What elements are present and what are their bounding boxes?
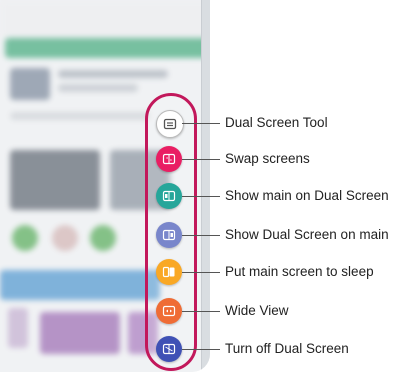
leader-line: [182, 159, 220, 160]
sleep-main-icon: [162, 266, 175, 278]
swap-screens-button[interactable]: [156, 146, 182, 172]
show-dual-on-main-button[interactable]: [156, 222, 182, 248]
callout-dual-screen-tool: Dual Screen Tool: [225, 115, 328, 130]
leader-line: [182, 235, 220, 236]
swap-screens-icon: [162, 153, 176, 165]
callout-wide-view: Wide View: [225, 303, 289, 318]
turn-off-dual-icon: [162, 343, 176, 355]
wide-view-icon: [162, 305, 176, 317]
callout-show-dual-on-main: Show Dual Screen on main: [225, 227, 389, 242]
turn-off-dual-button[interactable]: [156, 336, 182, 362]
show-dual-on-main-icon: [162, 229, 176, 241]
dual-screen-tool-icon: [163, 118, 177, 130]
leader-line: [182, 123, 220, 124]
dual-screen-tool-button[interactable]: [156, 110, 184, 138]
leader-line: [182, 349, 220, 350]
leader-line: [182, 196, 220, 197]
sleep-main-button[interactable]: [156, 259, 182, 285]
leader-line: [182, 272, 220, 273]
phone-edge: [201, 0, 210, 372]
callout-show-main-on-dual: Show main on Dual Screen: [225, 188, 389, 203]
show-main-on-dual-icon: [162, 190, 176, 202]
wide-view-button[interactable]: [156, 298, 182, 324]
callout-turn-off-dual: Turn off Dual Screen: [225, 341, 349, 356]
callout-sleep-main: Put main screen to sleep: [225, 264, 374, 279]
callout-swap-screens: Swap screens: [225, 151, 310, 166]
leader-line: [182, 311, 220, 312]
show-main-on-dual-button[interactable]: [156, 183, 182, 209]
